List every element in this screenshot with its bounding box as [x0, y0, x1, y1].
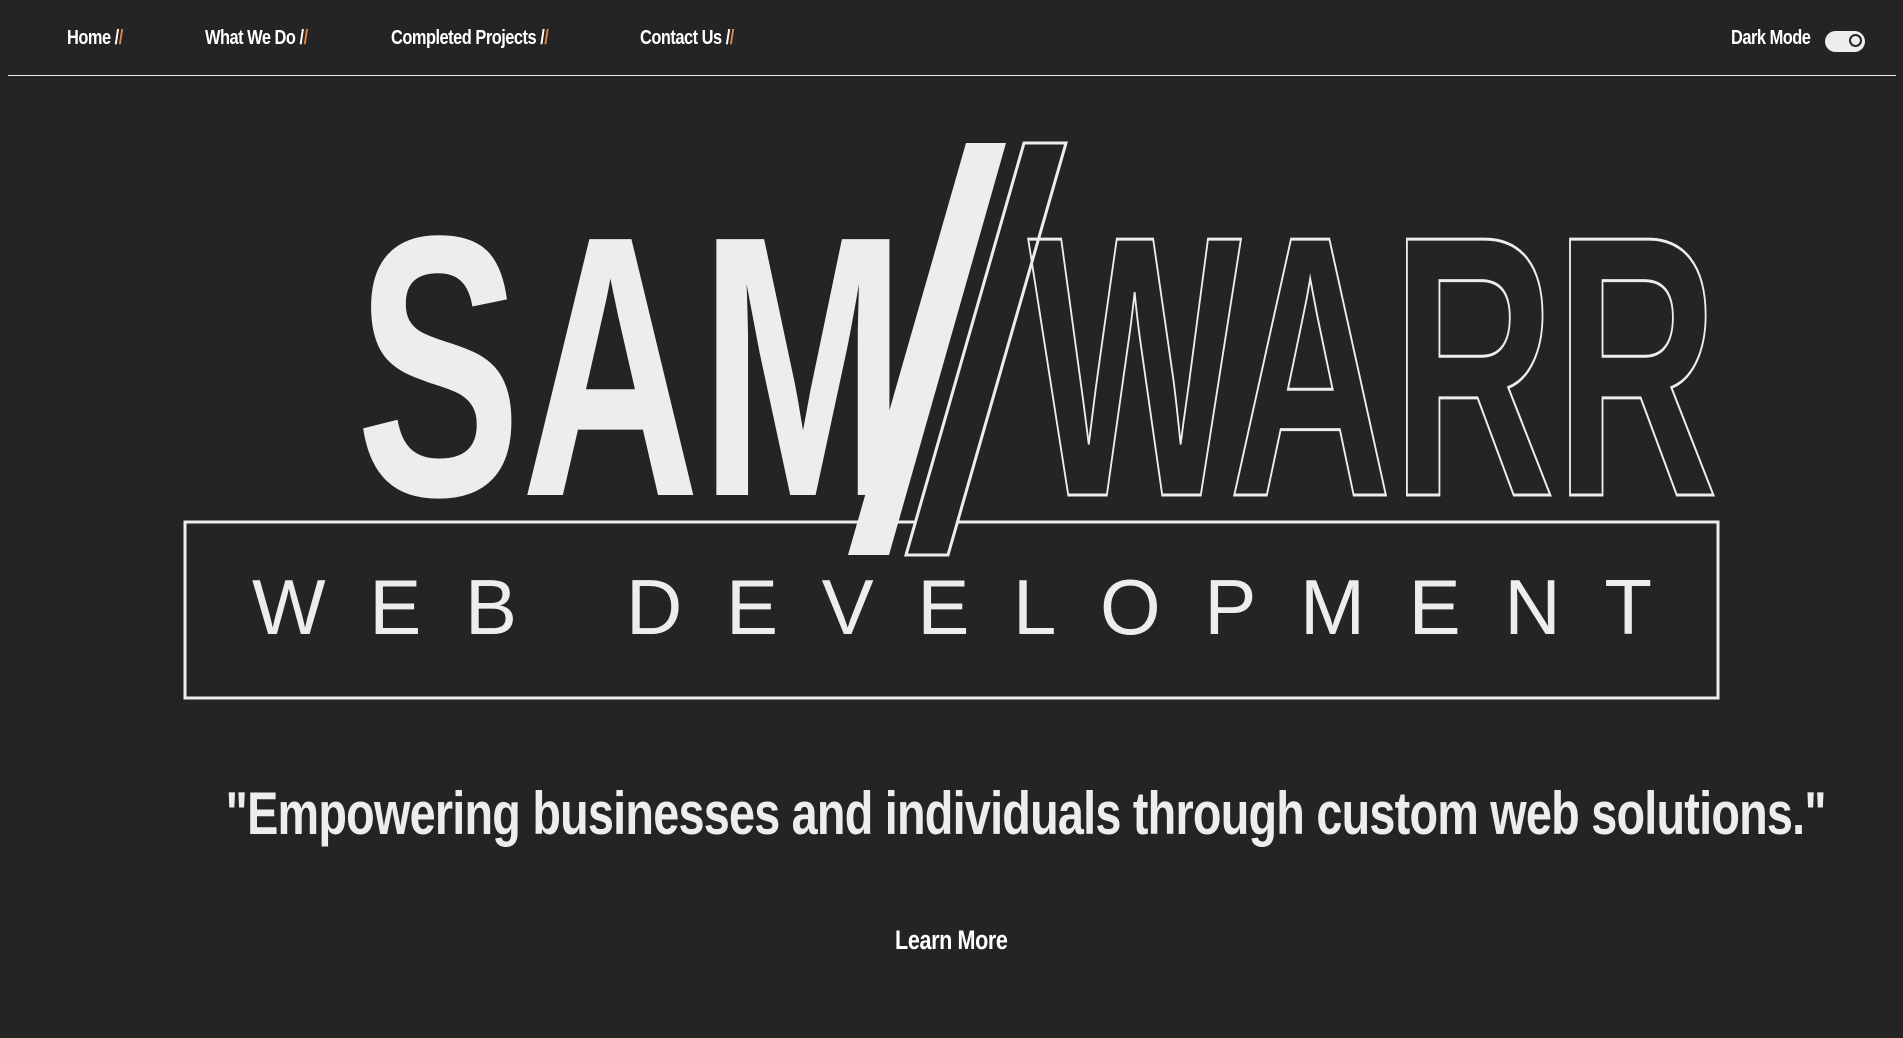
logo-word-warr: WARR [1028, 158, 1718, 574]
samwarr-logo: SAM WARR WEB DEVELOPMENT [183, 141, 1720, 700]
logo-word-sam: SAM [356, 158, 906, 574]
logo-subtitle: WEB DEVELOPMENT [252, 563, 1652, 651]
learn-more-label: Learn More [895, 925, 1008, 955]
hero-tagline-text: "Empowering businesses and individuals t… [225, 780, 1827, 847]
learn-more-button[interactable]: Learn More [0, 925, 1903, 956]
hero-tagline: "Empowering businesses and individuals t… [0, 779, 1903, 849]
